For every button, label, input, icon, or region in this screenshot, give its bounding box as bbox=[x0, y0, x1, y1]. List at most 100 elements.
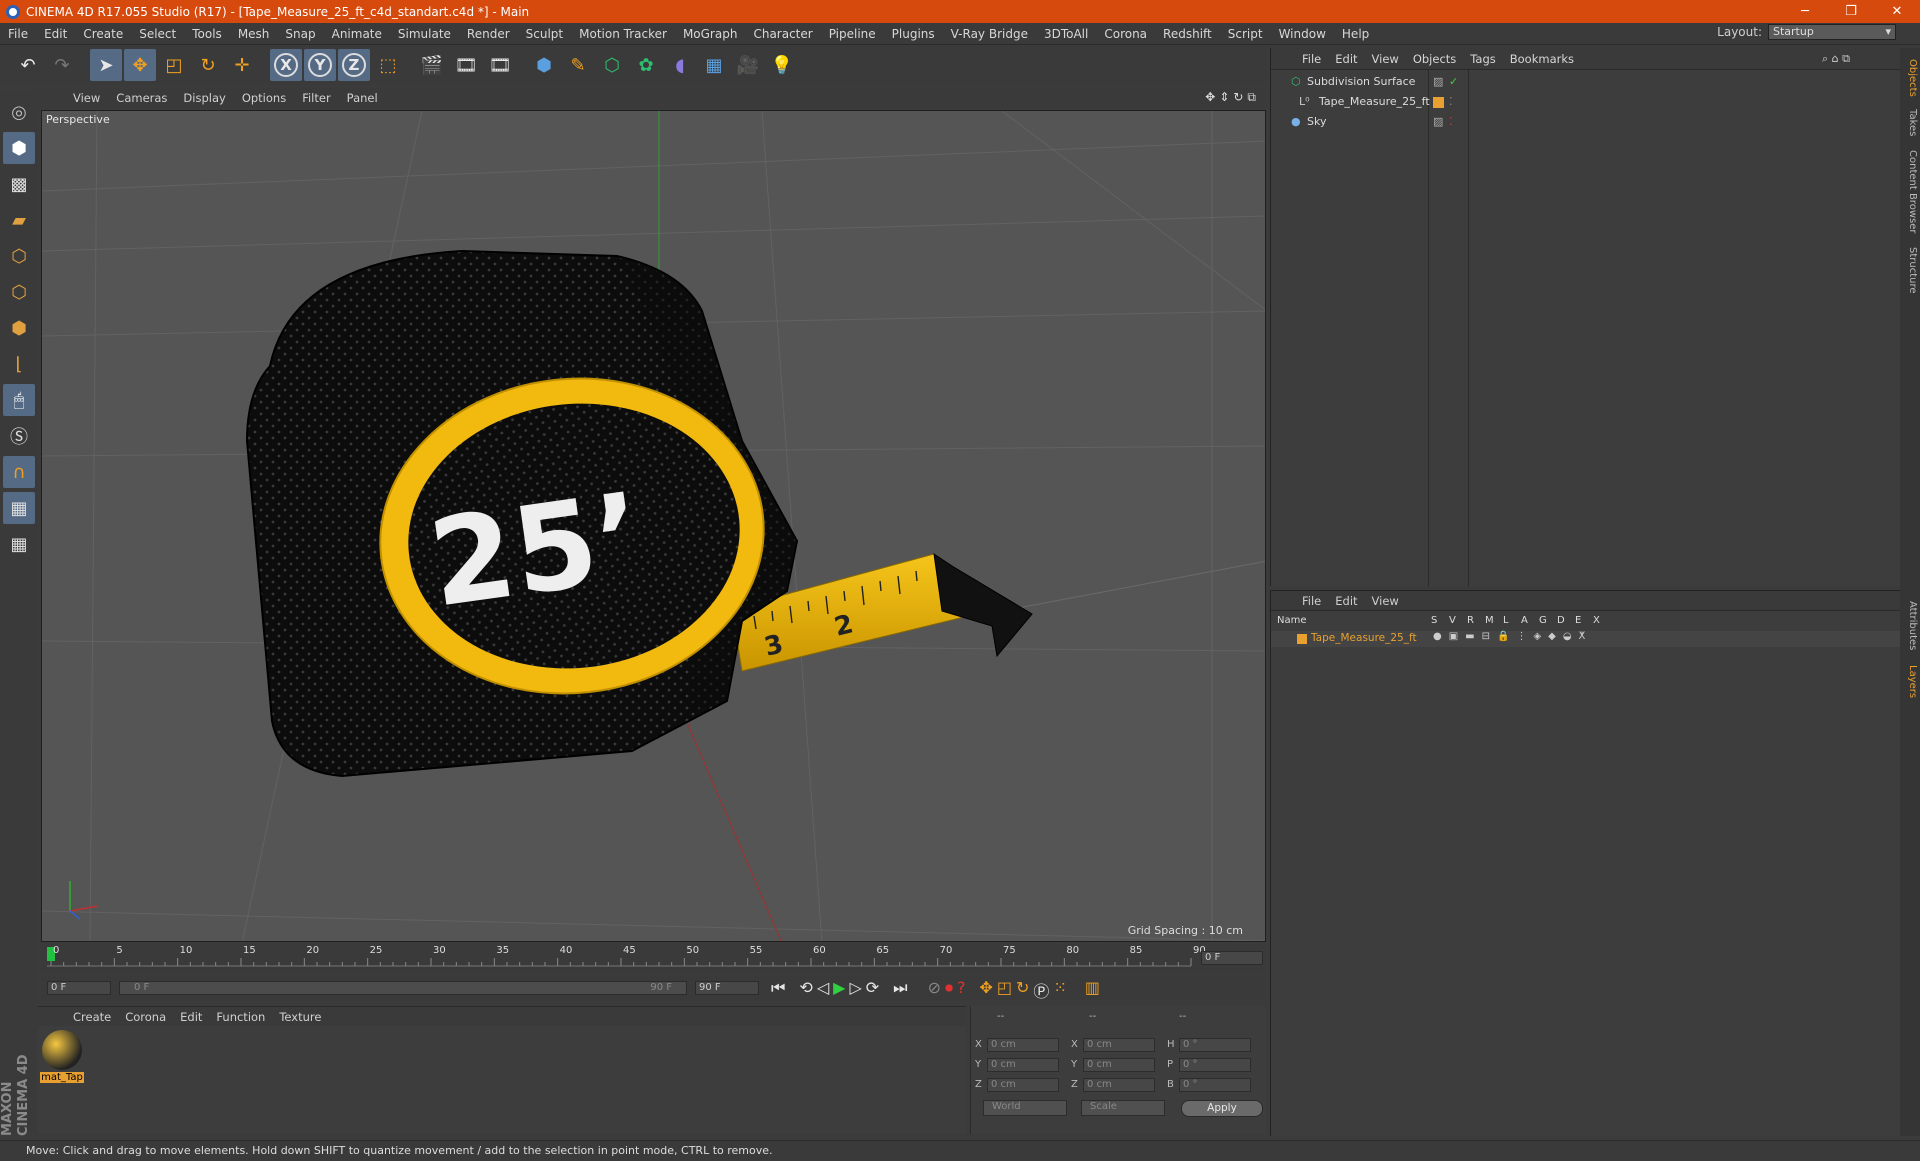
light-icon[interactable]: 💡 bbox=[766, 49, 798, 81]
size-x-field[interactable]: 0 cm bbox=[1083, 1038, 1155, 1052]
timeline-window-icon[interactable]: ▥ bbox=[1085, 978, 1100, 1002]
visibility-toggle-icon[interactable]: ▨ bbox=[1433, 113, 1443, 131]
layers-menu-view[interactable]: View bbox=[1365, 594, 1406, 608]
col-animation[interactable]: A bbox=[1521, 615, 1528, 626]
menu-tools[interactable]: Tools bbox=[184, 27, 230, 41]
cube-primitive-icon[interactable]: ⬢ bbox=[528, 49, 560, 81]
render-view-icon[interactable]: 🎬 bbox=[416, 49, 448, 81]
auto-keying-icon[interactable]: ? bbox=[957, 978, 966, 1002]
tab-content-browser[interactable]: Content Browser bbox=[1902, 148, 1918, 236]
menu-script[interactable]: Script bbox=[1220, 27, 1271, 41]
objects-menu-edit[interactable]: Edit bbox=[1328, 52, 1364, 66]
material-menu-edit[interactable]: Edit bbox=[173, 1010, 209, 1024]
camera-icon[interactable]: 🎥 bbox=[732, 49, 764, 81]
object-row-tape-measure[interactable]: L⁰ Tape_Measure_25_ft ⁚ bbox=[1271, 93, 1900, 111]
menu-sculpt[interactable]: Sculpt bbox=[518, 27, 571, 41]
z-axis-lock-icon[interactable]: Z bbox=[338, 49, 370, 81]
make-editable-icon[interactable]: ◎ bbox=[3, 96, 35, 128]
start-frame-field[interactable]: 0 F bbox=[47, 981, 111, 995]
timeline-ruler[interactable]: 0 5 10 15 20 25 30 35 40 45 50 55 60 65 70 75 80 85 90 0 F bbox=[41, 944, 1266, 972]
menu-render[interactable]: Render bbox=[459, 27, 518, 41]
texture-mode-icon[interactable]: ▩ bbox=[3, 168, 35, 200]
cloner-icon[interactable]: ✿ bbox=[630, 49, 662, 81]
menu-corona[interactable]: Corona bbox=[1096, 27, 1155, 41]
objects-menu-file[interactable]: File bbox=[1295, 52, 1328, 66]
tweak-mode-icon[interactable]: 🖱 bbox=[3, 384, 35, 416]
scale-tool-icon[interactable]: ◰ bbox=[158, 49, 190, 81]
apply-button[interactable]: Apply bbox=[1181, 1100, 1263, 1117]
tab-layers[interactable]: Layers bbox=[1902, 662, 1918, 702]
pen-spline-icon[interactable]: ✎ bbox=[562, 49, 594, 81]
go-to-end-icon[interactable]: ⏭ bbox=[893, 978, 907, 1002]
undo-icon[interactable]: ↶ bbox=[12, 49, 44, 81]
col-xref[interactable]: X bbox=[1593, 615, 1600, 626]
layers-menu-edit[interactable]: Edit bbox=[1328, 594, 1364, 608]
previous-key-icon[interactable]: ⟲ bbox=[799, 978, 812, 1002]
magnet-icon[interactable]: ∩ bbox=[3, 456, 35, 488]
snap-icon[interactable]: Ⓢ bbox=[3, 420, 35, 452]
objects-menu-bookmarks[interactable]: Bookmarks bbox=[1503, 52, 1581, 66]
next-key-icon[interactable]: ⟳ bbox=[866, 978, 879, 1002]
model-mode-icon[interactable]: ⬢ bbox=[3, 132, 35, 164]
tab-attributes[interactable]: Attributes bbox=[1902, 596, 1918, 656]
layout-dropdown[interactable]: Startup bbox=[1768, 24, 1896, 40]
objects-menu-objects[interactable]: Objects bbox=[1406, 52, 1463, 66]
menu-3dtoall[interactable]: 3DToAll bbox=[1036, 27, 1096, 41]
tab-takes[interactable]: Takes bbox=[1902, 106, 1918, 140]
maximize-button[interactable]: ❐ bbox=[1828, 0, 1874, 23]
menu-select[interactable]: Select bbox=[131, 27, 184, 41]
objects-menu-tags[interactable]: Tags bbox=[1463, 52, 1502, 66]
redo-icon[interactable]: ↷ bbox=[46, 49, 78, 81]
rotate-tool-icon[interactable]: ↻ bbox=[192, 49, 224, 81]
objects-menu-view[interactable]: View bbox=[1365, 52, 1406, 66]
material-menu-corona[interactable]: Corona bbox=[118, 1010, 173, 1024]
render-picture-viewer-icon[interactable]: 🎞 bbox=[450, 49, 482, 81]
object-row-sky[interactable]: ● Sky ▨ ⁚ bbox=[1271, 113, 1900, 131]
tab-objects[interactable]: Objects bbox=[1902, 56, 1918, 100]
viewport-menu-display[interactable]: Display bbox=[176, 91, 232, 105]
viewport-menu-cameras[interactable]: Cameras bbox=[109, 91, 174, 105]
visibility-toggle-icon[interactable]: ▨ bbox=[1433, 73, 1443, 91]
size-y-field[interactable]: 0 cm bbox=[1083, 1058, 1155, 1072]
size-z-field[interactable]: 0 cm bbox=[1083, 1078, 1155, 1092]
viewport-navigation-icons[interactable]: ✥⇕↻⧉ bbox=[1205, 90, 1260, 105]
viewport-menu-options[interactable]: Options bbox=[235, 91, 293, 105]
key-parameter-icon[interactable]: Ⓟ bbox=[1033, 978, 1049, 1002]
menu-file[interactable]: File bbox=[0, 27, 36, 41]
viewport-menu-panel[interactable]: Panel bbox=[340, 91, 385, 105]
col-solo[interactable]: S bbox=[1431, 615, 1437, 626]
workplane-mode-icon[interactable]: ▰ bbox=[3, 204, 35, 236]
tab-structure[interactable]: Structure bbox=[1902, 242, 1918, 298]
key-pla-icon[interactable]: ⁙ bbox=[1053, 978, 1066, 1002]
position-y-field[interactable]: 0 cm bbox=[987, 1058, 1059, 1072]
current-frame-field[interactable]: 0 F bbox=[1201, 951, 1263, 965]
points-mode-icon[interactable]: ⬡ bbox=[3, 240, 35, 272]
menu-help[interactable]: Help bbox=[1334, 27, 1377, 41]
layer-row[interactable]: Tape_Measure_25_ft ●▣▬⊟🔒⋮◈◆◒ⵅ bbox=[1271, 631, 1900, 647]
menu-pipeline[interactable]: Pipeline bbox=[821, 27, 884, 41]
play-icon[interactable]: ▶ bbox=[833, 978, 845, 1002]
next-frame-icon[interactable]: ▷ bbox=[849, 978, 861, 1002]
col-manager[interactable]: M bbox=[1485, 615, 1494, 626]
size-mode-dropdown[interactable]: Scale bbox=[1081, 1100, 1165, 1116]
render-settings-icon[interactable]: 🎞 bbox=[484, 49, 516, 81]
menu-snap[interactable]: Snap bbox=[277, 27, 323, 41]
col-expressions[interactable]: E bbox=[1575, 615, 1581, 626]
deformer-icon[interactable]: ◖ bbox=[664, 49, 696, 81]
layers-menu-file[interactable]: File bbox=[1295, 594, 1328, 608]
menu-create[interactable]: Create bbox=[75, 27, 131, 41]
object-manager-search-icon[interactable]: ⌕ ⌂ ⧉ bbox=[1822, 52, 1850, 66]
menu-plugins[interactable]: Plugins bbox=[884, 27, 943, 41]
record-active-icon[interactable]: ⏺ bbox=[945, 978, 953, 1002]
col-deformers[interactable]: D bbox=[1557, 615, 1565, 626]
menu-mesh[interactable]: Mesh bbox=[230, 27, 278, 41]
planar-workplane-icon[interactable]: ▦ bbox=[3, 528, 35, 560]
object-row-subdivision-surface[interactable]: ⬡ Subdivision Surface ▨ ✓ bbox=[1271, 73, 1900, 91]
perspective-viewport[interactable]: 2 3 25’ Perspective Grid Spacing : 10 cm bbox=[41, 110, 1266, 942]
col-name[interactable]: Name bbox=[1277, 615, 1307, 626]
material-swatch[interactable]: mat_Tap bbox=[40, 1030, 84, 1086]
menu-vray-bridge[interactable]: V-Ray Bridge bbox=[943, 27, 1036, 41]
viewport-menu-view[interactable]: View bbox=[66, 91, 107, 105]
move-tool-icon[interactable]: ✥ bbox=[124, 49, 156, 81]
x-axis-lock-icon[interactable]: X bbox=[270, 49, 302, 81]
